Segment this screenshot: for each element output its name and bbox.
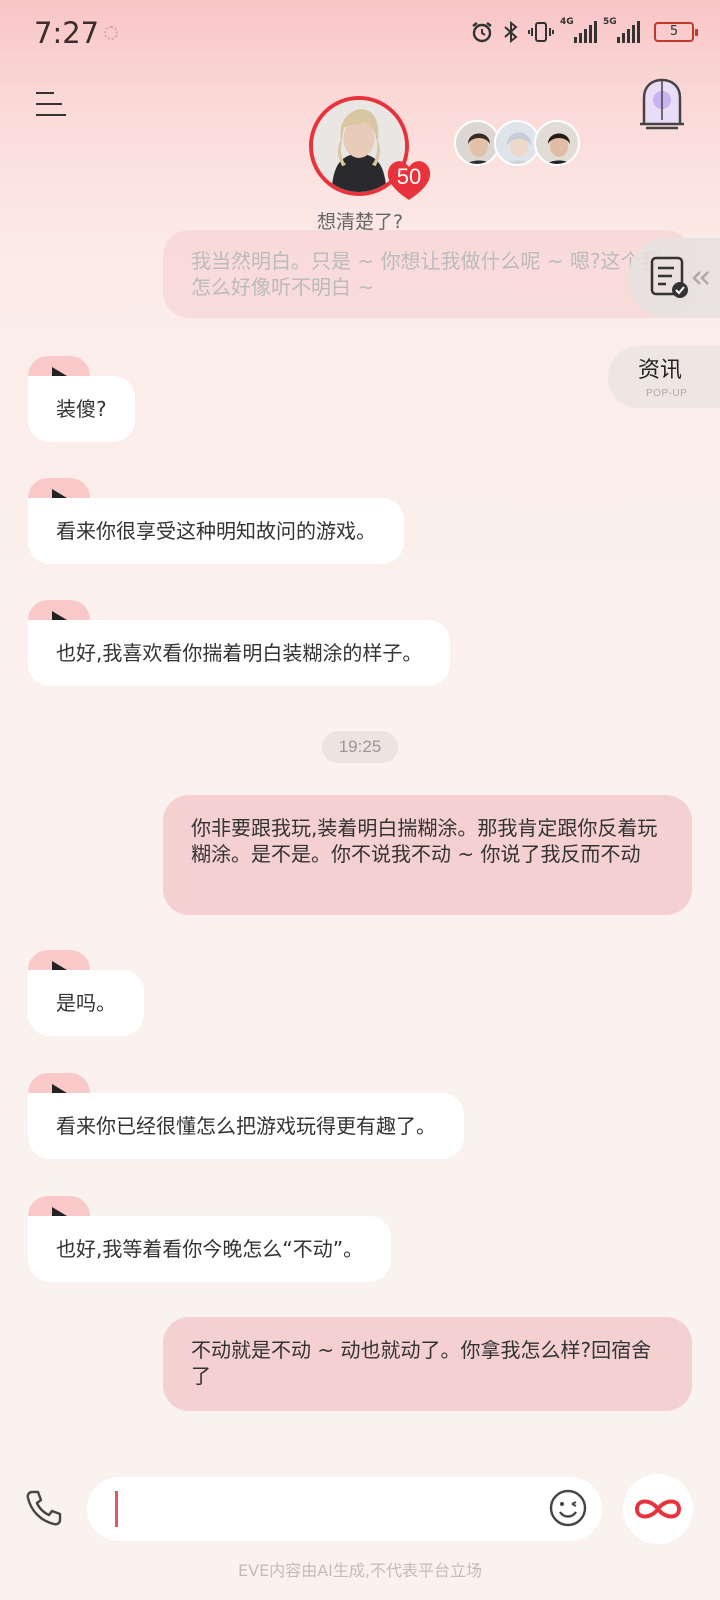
bluetooth-icon: [504, 20, 518, 44]
net2-label: 5G: [603, 17, 617, 27]
ai-bubble: 看来你很享受这种明知故问的游戏。: [28, 498, 404, 564]
window-button[interactable]: [638, 76, 686, 130]
news-widget[interactable]: 资讯 POP-UP: [608, 346, 720, 408]
battery-icon: 5: [654, 22, 698, 42]
menu-button[interactable]: [36, 90, 66, 118]
character-avatar[interactable]: 50: [309, 96, 431, 200]
signal-5g-icon: 5G: [603, 17, 640, 43]
signal-4g-icon: 4G: [560, 17, 597, 43]
user-message: 你非要跟我玩,装着明白揣糊涂。那我肯定跟你反着玩糊涂。是不是。你不说我不动 ~ …: [163, 795, 692, 915]
emoji-icon[interactable]: [548, 1488, 588, 1528]
infinity-icon: [634, 1499, 682, 1519]
text-caret: [115, 1491, 118, 1527]
affinity-value: 50: [396, 164, 422, 189]
status-bar: 7:27 4G 5G 5: [0, 0, 720, 70]
affinity-badge: 50: [385, 158, 433, 202]
task-widget[interactable]: [628, 238, 720, 318]
user-message: 不动就是不动 ~ 动也就动了。你拿我怎么样?回宿舍了: [163, 1317, 692, 1411]
status-icons: 4G 5G 5: [470, 17, 698, 44]
window-icon: [640, 78, 684, 130]
user-message-faded: 我当然明白。只是 ~ 你想让我做什么呢 ~ 嗯?这个我怎么好像听不明白 ~: [163, 230, 692, 318]
status-time: 7:27: [34, 16, 100, 50]
ai-bubble: 看来你已经很懂怎么把游戏玩得更有趣了。: [28, 1093, 464, 1159]
ai-bubble: 也好,我等着看你今晚怎么“不动”。: [28, 1216, 392, 1282]
call-button[interactable]: [22, 1486, 66, 1530]
phone-icon: [26, 1490, 62, 1526]
status-dot-icon: [104, 26, 118, 40]
vibrate-icon: [528, 22, 554, 42]
timestamp: 19:25: [322, 731, 398, 763]
ai-bubble: 也好,我喜欢看你揣着明白装糊涂的样子。: [28, 620, 451, 686]
ai-bubble: 装傻?: [28, 376, 135, 442]
menu-icon: [36, 92, 54, 94]
infinity-button[interactable]: [623, 1474, 693, 1544]
message-text: 不动就是不动 ~ 动也就动了。你拿我怎么样?回宿舍了: [191, 1338, 652, 1388]
news-label: 资讯: [638, 358, 683, 383]
message-text: 我当然明白。只是 ~ 你想让我做什么呢 ~ 嗯?这个我怎么好像听不明白 ~: [191, 249, 661, 299]
alarm-icon: [472, 22, 492, 43]
message-input[interactable]: [87, 1477, 602, 1541]
mini-avatar-3[interactable]: [534, 120, 580, 166]
ai-bubble: 是吗。: [28, 970, 144, 1036]
character-switcher[interactable]: [454, 120, 580, 166]
message-text: 你非要跟我玩,装着明白揣糊涂。那我肯定跟你反着玩糊涂。是不是。你不说我不动 ~ …: [191, 816, 658, 866]
task-list-icon: [650, 256, 709, 298]
net1-label: 4G: [560, 17, 574, 27]
news-sub: POP-UP: [646, 388, 688, 399]
ai-disclaimer: EVE内容由AI生成,不代表平台立场: [238, 1561, 482, 1580]
